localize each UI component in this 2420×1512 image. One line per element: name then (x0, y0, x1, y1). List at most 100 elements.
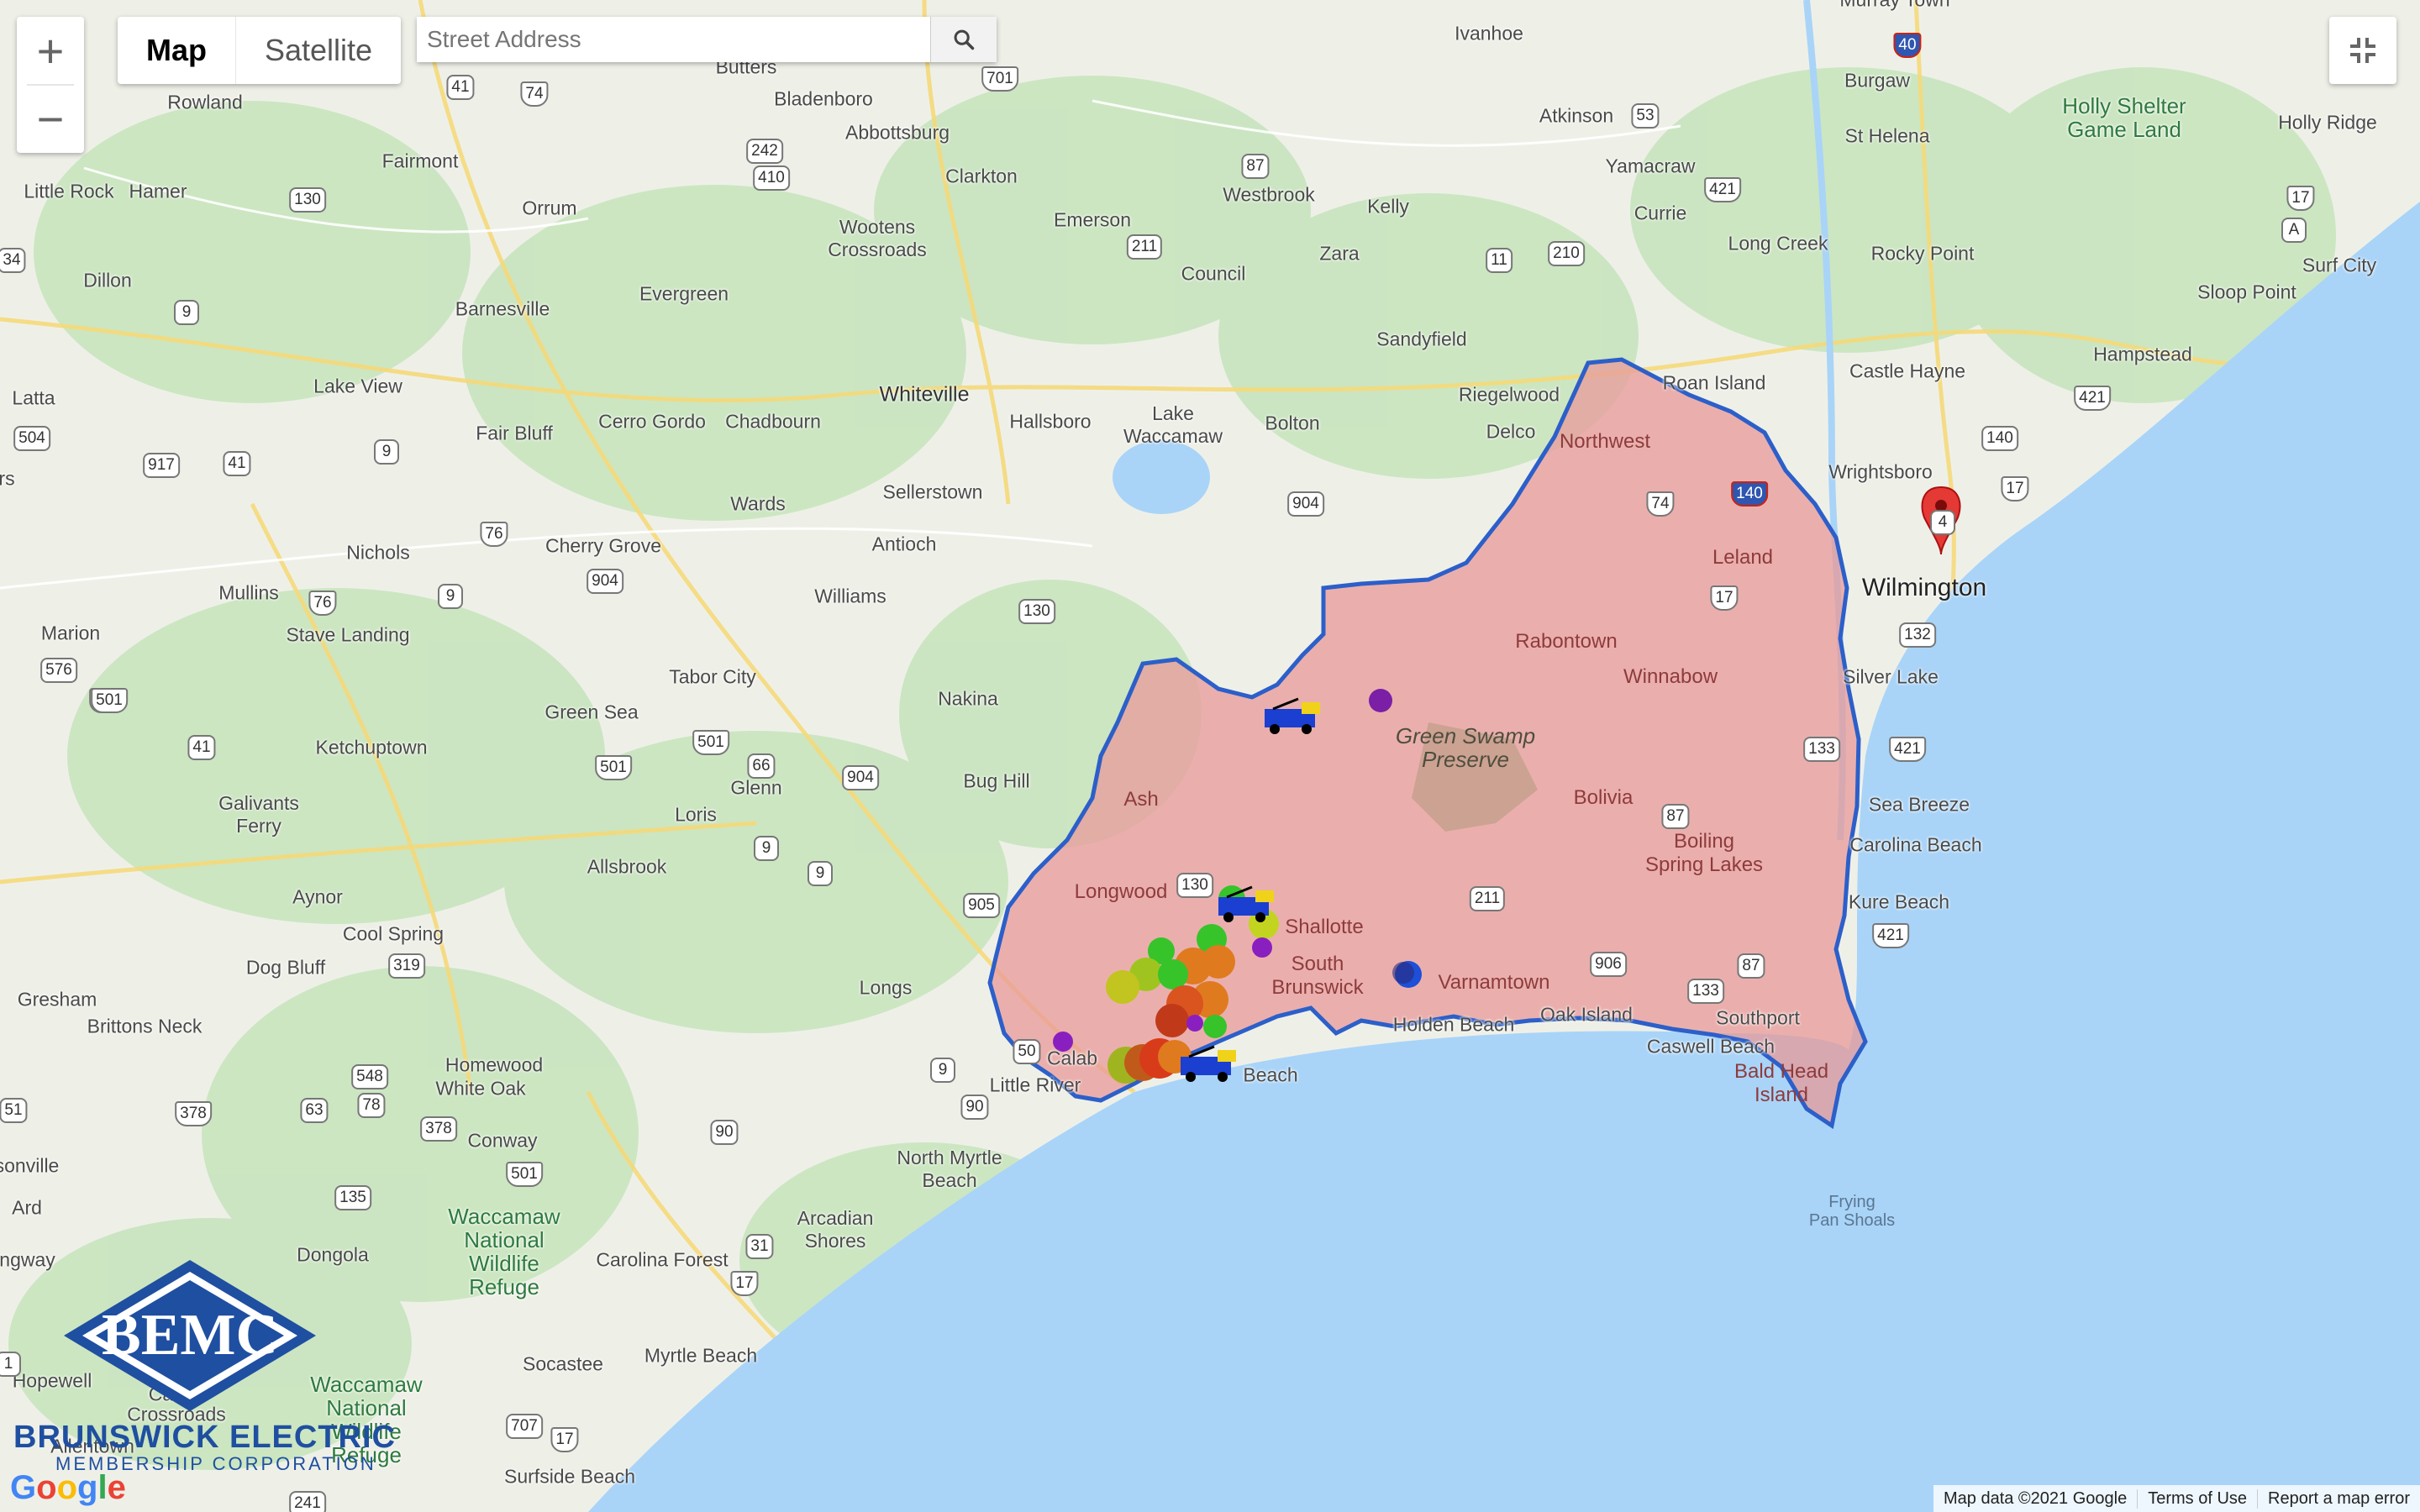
route-shield: 9 (174, 300, 199, 325)
place-label: Carolina Forest (596, 1248, 729, 1271)
route-shield: 130 (1176, 873, 1213, 898)
place-label: sonville (0, 1154, 60, 1177)
place-label: Mullins (218, 581, 279, 604)
route-shield: 53 (1631, 103, 1660, 129)
route-shield: 9 (438, 584, 463, 609)
route-shield: 140 (1731, 481, 1768, 507)
route-shield: 41 (446, 75, 475, 100)
route-shield: 17 (2286, 186, 2315, 211)
place-label: South Brunswick (1271, 953, 1364, 999)
route-shield: A (2281, 218, 2307, 243)
google-letter: G (10, 1469, 37, 1506)
route-shield: 78 (357, 1093, 386, 1118)
route-shield: 133 (1803, 737, 1840, 762)
route-shield: 132 (1899, 622, 1936, 648)
route-shield: 63 (300, 1098, 329, 1123)
route-shield: 133 (1687, 979, 1724, 1004)
terms-link[interactable]: Terms of Use (2137, 1488, 2257, 1509)
place-label: Rabontown (1515, 630, 1618, 653)
zoom-out-button[interactable]: − (17, 85, 84, 153)
place-label: Bladenboro (774, 87, 873, 110)
place-label: Orrum (522, 197, 577, 219)
zoom-in-button[interactable]: + (17, 17, 84, 85)
place-label: Tabor City (669, 665, 756, 688)
google-logo[interactable]: Google (10, 1469, 126, 1507)
place-label: Antioch (871, 533, 937, 555)
place-label: Latta (12, 386, 55, 409)
place-label: Evergreen (639, 282, 729, 305)
place-label: Castle Hayne (1849, 360, 1966, 382)
place-label: Clarkton (945, 165, 1018, 187)
place-label: Wootens Crossroads (828, 216, 927, 260)
place-label: Leland (1712, 546, 1774, 569)
place-label: Myrtle Beach (644, 1344, 758, 1367)
place-label: Lake Waccamaw (1123, 402, 1223, 447)
place-label: Cherry Grove (544, 534, 662, 557)
route-shield: 76 (480, 522, 508, 547)
fullscreen-exit-button[interactable] (2329, 17, 2396, 84)
search-input[interactable] (417, 17, 930, 62)
map-type-map-button[interactable]: Map (118, 17, 236, 84)
place-label: Homewood (445, 1053, 544, 1076)
place-label: Ivanhoe (1455, 22, 1523, 45)
place-label: Cerro Gordo (598, 410, 706, 433)
place-label: Sellerstown (882, 480, 983, 503)
zoom-control: + − (17, 17, 84, 153)
place-label: Boiling Spring Lakes (1644, 830, 1764, 876)
route-shield: 74 (520, 81, 549, 107)
place-label: Currie (1634, 202, 1687, 224)
outage-marker (1369, 689, 1392, 712)
route-shield: 701 (981, 66, 1018, 92)
place-label: Shallotte (1285, 916, 1364, 938)
route-shield: 17 (730, 1271, 759, 1296)
route-shield: 9 (808, 861, 833, 886)
place-label: Carolina Beach (1849, 833, 1982, 856)
place-label: Hallsboro (1009, 410, 1092, 433)
outage-marker (1203, 1015, 1227, 1038)
place-label: Gresham (17, 988, 97, 1011)
google-letter: o (56, 1469, 77, 1506)
route-shield: 17 (550, 1427, 579, 1452)
route-shield: 319 (388, 953, 425, 979)
place-label: Longwood (1074, 880, 1168, 903)
search-button[interactable] (930, 17, 997, 62)
route-shield: 51 (0, 1098, 28, 1123)
outage-marker (1158, 959, 1188, 990)
route-shield: 211 (1126, 234, 1163, 260)
place-label: Burgaw (1844, 69, 1910, 92)
place-label: Northwest (1559, 430, 1651, 453)
route-shield: 17 (2001, 476, 2029, 501)
map-type-satellite-button[interactable]: Satellite (236, 17, 401, 84)
route-shield: 4 (1930, 510, 1955, 535)
route-shield: 34 (0, 248, 26, 273)
route-shield: 421 (1704, 177, 1741, 202)
search-icon (954, 29, 975, 50)
place-label: Zara (1319, 242, 1360, 265)
route-shield: 917 (143, 453, 180, 478)
place-label: Sandyfield (1376, 328, 1467, 350)
address-search (417, 17, 997, 62)
place-label: Barnesville (455, 297, 550, 320)
report-error-link[interactable]: Report a map error (2257, 1488, 2420, 1509)
bemc-logo: BEMC (64, 1260, 316, 1411)
place-label: Hampstead (2093, 343, 2192, 365)
route-shield: 40 (1893, 33, 1922, 58)
place-label: Council (1181, 262, 1246, 285)
place-label: rs (0, 467, 15, 490)
place-label: Fairmont (381, 150, 459, 172)
route-shield: 87 (1241, 154, 1270, 179)
route-shield: 130 (289, 187, 326, 213)
place-label: Caswell Beach (1646, 1035, 1776, 1058)
google-letter: e (107, 1469, 126, 1506)
place-label: Hamer (129, 180, 187, 202)
place-label: Wards (730, 492, 786, 515)
place-label: Kelly (1367, 195, 1409, 218)
place-label: Yamacraw (1605, 155, 1696, 177)
place-label: Ard (12, 1196, 42, 1219)
place-label: Dillon (83, 269, 132, 291)
place-label: Glenn (730, 776, 782, 799)
route-shield: 9 (754, 836, 779, 861)
place-label: Little Rock (24, 180, 114, 202)
map-attribution: Map data ©2021 Google Terms of Use Repor… (1933, 1485, 2420, 1512)
place-label: Holden Beach (1392, 1013, 1515, 1036)
